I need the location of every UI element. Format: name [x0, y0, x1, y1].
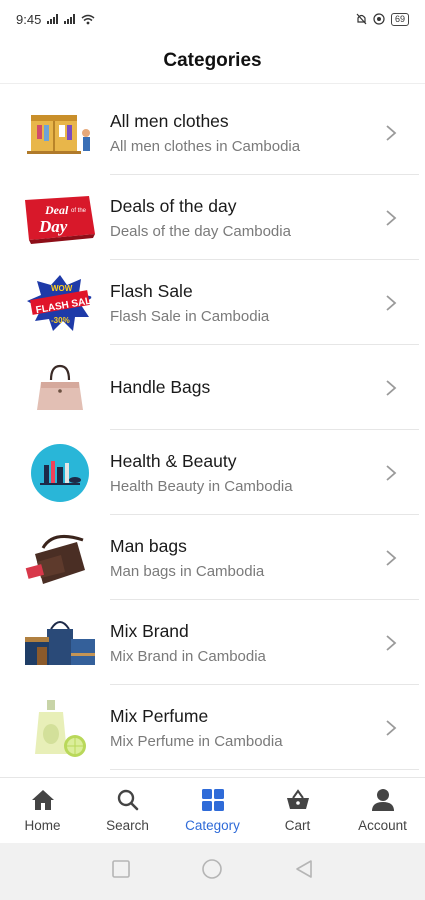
category-text: Mix Brand Mix Brand in Cambodia — [110, 621, 371, 665]
back-system-button[interactable] — [293, 858, 315, 885]
status-bar: 9:45 69 — [0, 0, 425, 38]
deal-of-the-day-thumbnail: Deal of the Day — [23, 188, 97, 248]
thumb-text-wow: WOW — [51, 284, 73, 293]
header: Categories — [0, 38, 425, 84]
category-text: Man bags Man bags in Cambodia — [110, 536, 371, 580]
category-subtitle: Health Beauty in Cambodia — [110, 477, 293, 495]
category-subtitle: Deals of the day Cambodia — [110, 222, 291, 240]
category-row-mix-perfume[interactable]: Mix Perfume Mix Perfume in Cambodia — [0, 685, 425, 770]
category-subtitle: All men clothes in Cambodia — [110, 137, 301, 155]
category-text: Health & Beauty Health Beauty in Cambodi… — [110, 451, 371, 495]
wardrobe-thumbnail — [23, 103, 97, 163]
cosmetics-thumbnail — [23, 443, 97, 503]
category-subtitle: Mix Perfume in Cambodia — [110, 732, 283, 750]
nav-home-label: Home — [24, 818, 61, 833]
basket-icon — [286, 789, 309, 809]
category-title: Mix Brand — [110, 620, 189, 641]
category-text: Handle Bags — [110, 377, 371, 398]
category-row-health-beauty[interactable]: Health & Beauty Health Beauty in Cambodi… — [0, 430, 425, 515]
handbag-thumbnail — [23, 358, 97, 418]
thumb-text-deal: Deal — [44, 203, 69, 217]
chevron-right-icon — [371, 379, 411, 397]
chevron-right-icon — [371, 549, 411, 567]
grid-icon — [201, 789, 224, 811]
category-subtitle: Man bags in Cambodia — [110, 562, 265, 580]
home-icon — [31, 790, 54, 810]
home-system-button[interactable] — [201, 858, 223, 885]
bottom-nav: Home Search Category Cart Account — [0, 777, 425, 843]
category-subtitle: Flash Sale in Cambodia — [110, 307, 270, 325]
thumb-text-discount: -30% — [51, 316, 70, 325]
search-icon — [117, 789, 138, 811]
category-subtitle: Mix Brand in Cambodia — [110, 647, 266, 665]
category-title: Health & Beauty — [110, 450, 237, 471]
status-left: 9:45 — [16, 12, 95, 27]
category-text: Flash Sale Flash Sale in Cambodia — [110, 281, 371, 325]
category-row-man-bags[interactable]: Man bags Man bags in Cambodia — [0, 515, 425, 600]
nav-category[interactable]: Category — [170, 778, 255, 843]
battery-icon: 69 — [390, 12, 409, 26]
chevron-right-icon — [371, 464, 411, 482]
person-icon — [371, 789, 394, 811]
nav-cart[interactable]: Cart — [255, 778, 340, 843]
nav-account[interactable]: Account — [340, 778, 425, 843]
thumb-text-day: Day — [38, 217, 68, 236]
nav-search-label: Search — [106, 818, 149, 833]
category-text: Mix Perfume Mix Perfume in Cambodia — [110, 706, 371, 750]
category-row-all-men-clothes[interactable]: All men clothes All men clothes in Cambo… — [0, 90, 425, 175]
category-row-deals-of-the-day[interactable]: Deal of the Day Deals of the day Deals o… — [0, 175, 425, 260]
man-bag-thumbnail — [23, 528, 97, 588]
chevron-right-icon — [371, 124, 411, 142]
status-time: 9:45 — [16, 11, 42, 27]
nav-account-label: Account — [358, 818, 407, 833]
chevron-right-icon — [371, 634, 411, 652]
category-title: Flash Sale — [110, 280, 193, 301]
wifi-icon — [81, 14, 95, 24]
category-title: Mix Perfume — [110, 705, 209, 726]
category-list: All men clothes All men clothes in Cambo… — [0, 90, 425, 770]
category-title: Man bags — [110, 535, 187, 556]
nav-cart-label: Cart — [284, 818, 311, 833]
square-icon — [112, 860, 130, 878]
chevron-right-icon — [371, 294, 411, 312]
chevron-right-icon — [371, 719, 411, 737]
category-title: Deals of the day — [110, 195, 237, 216]
signal-icon — [47, 14, 59, 24]
alarm-icon — [373, 13, 385, 25]
category-row-flash-sale[interactable]: WOW FLASH SALE -30% Flash Sale Flash Sal… — [0, 260, 425, 345]
nav-search[interactable]: Search — [85, 778, 170, 843]
triangle-back-icon — [296, 860, 312, 878]
signal-icon-2 — [64, 14, 76, 24]
nav-home[interactable]: Home — [0, 778, 85, 843]
mix-brand-bags-thumbnail — [23, 613, 97, 673]
category-text: All men clothes All men clothes in Cambo… — [110, 111, 371, 155]
category-title: Handle Bags — [110, 377, 211, 397]
flash-sale-thumbnail: WOW FLASH SALE -30% — [23, 273, 97, 333]
thumb-text-of-the: of the — [71, 208, 87, 214]
category-row-handle-bags[interactable]: Handle Bags — [0, 345, 425, 430]
category-title: All men clothes — [110, 110, 229, 131]
chevron-right-icon — [371, 209, 411, 227]
category-text: Deals of the day Deals of the day Cambod… — [110, 196, 371, 240]
nav-category-label: Category — [185, 818, 240, 833]
category-row-mix-brand[interactable]: Mix Brand Mix Brand in Cambodia — [0, 600, 425, 685]
circle-icon — [202, 859, 223, 879]
recent-apps-button[interactable] — [110, 858, 132, 885]
mute-icon — [356, 13, 367, 25]
status-right: 69 — [356, 12, 409, 26]
perfume-thumbnail — [23, 698, 97, 758]
page-title: Categories — [163, 49, 262, 71]
system-nav-bar — [0, 843, 425, 900]
